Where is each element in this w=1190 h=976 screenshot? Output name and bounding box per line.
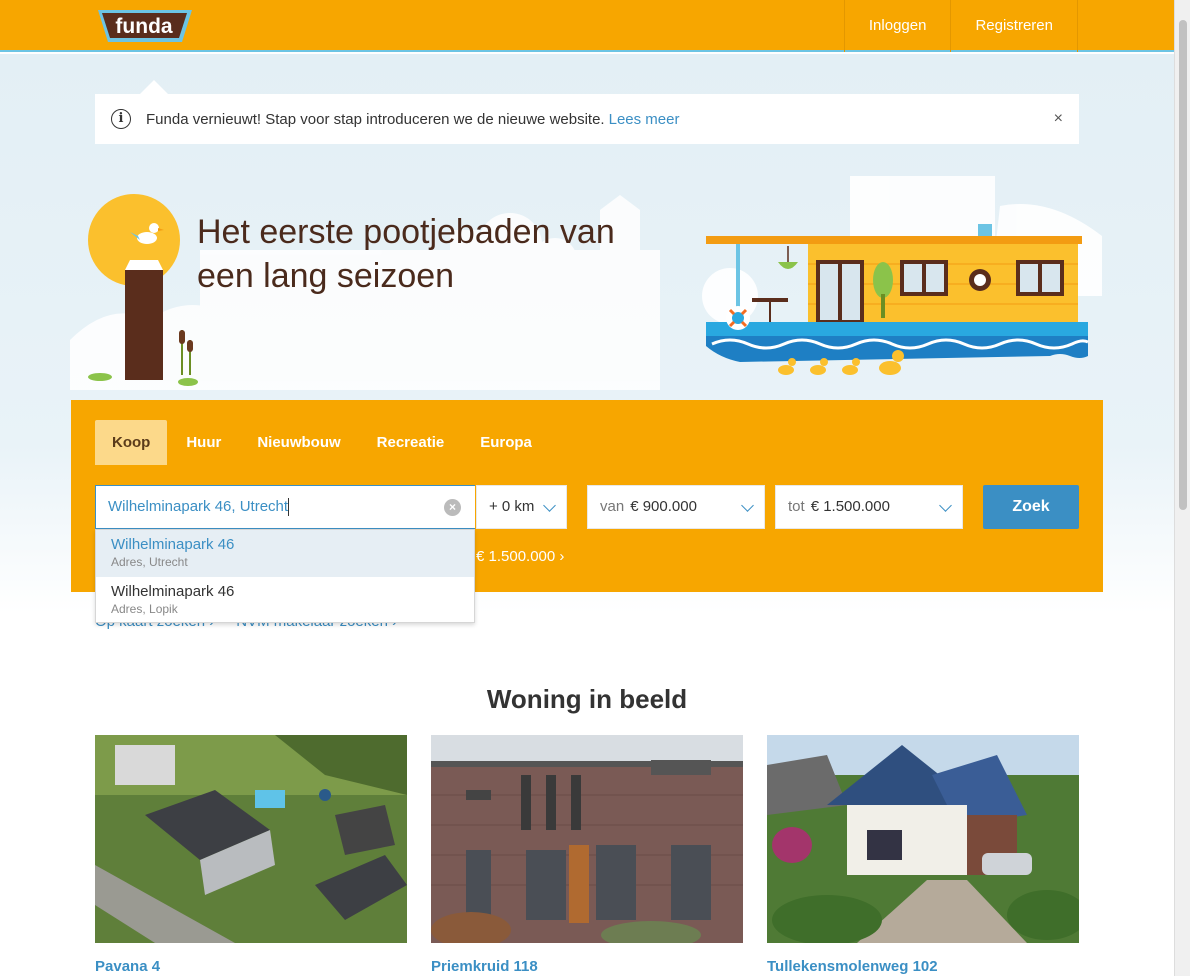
tab-recreatie[interactable]: Recreatie <box>360 420 462 465</box>
chevron-down-icon <box>741 499 754 512</box>
hero-title: Het eerste pootjebaden van een lang seiz… <box>197 213 615 295</box>
last-search-link[interactable]: € 1.500.000 › <box>476 548 564 565</box>
top-navigation-bar: funda Inloggen Registreren <box>0 0 1174 52</box>
property-title[interactable]: Priemkruid 118 <box>431 958 743 975</box>
tab-europa[interactable]: Europa <box>463 420 549 465</box>
notice-read-more-link[interactable]: Lees meer <box>609 111 680 128</box>
suggestion-item[interactable]: Wilhelminapark 46 Adres, Lopik <box>96 577 474 624</box>
notice-text: Funda vernieuwt! Stap voor stap introduc… <box>146 110 605 128</box>
notice-banner: i Funda vernieuwt! Stap voor stap introd… <box>95 94 1079 144</box>
property-card[interactable]: Pavana 4 <box>95 735 407 975</box>
funda-logo[interactable]: funda <box>96 8 194 44</box>
property-card[interactable]: Tullekensmolenweg 102 <box>767 735 1087 975</box>
location-search-value: Wilhelminapark 46, Utrecht <box>108 498 289 515</box>
logo-text: funda <box>115 15 172 38</box>
clear-icon[interactable]: × <box>444 499 461 516</box>
tab-koop[interactable]: Koop <box>95 420 168 465</box>
property-title[interactable]: Tullekensmolenweg 102 <box>767 958 1079 975</box>
location-search-input[interactable]: Wilhelminapark 46, Utrecht × <box>95 485 475 529</box>
info-icon: i <box>111 109 131 129</box>
radius-value: + 0 km <box>489 498 535 515</box>
section-title: Woning in beeld <box>486 684 688 714</box>
autocomplete-dropdown: Wilhelminapark 46 Adres, Utrecht Wilhelm… <box>95 529 475 623</box>
tab-nieuwbouw[interactable]: Nieuwbouw <box>240 420 357 465</box>
property-card[interactable]: Priemkruid 118 <box>431 735 743 975</box>
price-to-select[interactable]: tot € 1.500.000 <box>775 485 963 529</box>
search-tabs: Koop Huur Nieuwbouw Recreatie Europa <box>95 420 551 465</box>
price-from-prefix: van <box>600 498 625 515</box>
login-link[interactable]: Inloggen <box>843 0 951 52</box>
property-photo[interactable] <box>95 735 407 943</box>
text-caret <box>288 498 290 517</box>
scrollbar-thumb[interactable] <box>1179 20 1187 510</box>
price-from-select[interactable]: van € 900.000 <box>587 485 765 529</box>
suggestion-title: Wilhelminapark 46 <box>111 583 235 600</box>
close-icon[interactable]: × <box>1054 110 1063 128</box>
property-photo[interactable] <box>767 735 1087 945</box>
price-to-value: € 1.500.000 <box>810 498 890 515</box>
property-photo[interactable] <box>431 735 743 949</box>
suggestion-item[interactable]: Wilhelminapark 46 Adres, Utrecht <box>96 530 474 577</box>
suggestion-title: Wilhelminapark 46 <box>111 536 235 553</box>
property-title[interactable]: Pavana 4 <box>95 958 407 975</box>
notice-pointer <box>140 80 168 94</box>
suggestion-subtitle: Adres, Utrecht <box>111 555 188 569</box>
suggestion-subtitle: Adres, Lopik <box>111 602 178 616</box>
tab-huur[interactable]: Huur <box>169 420 238 465</box>
chevron-down-icon <box>939 499 952 512</box>
register-link[interactable]: Registreren <box>950 0 1078 52</box>
price-from-value: € 900.000 <box>630 498 697 515</box>
radius-select[interactable]: + 0 km <box>476 485 567 529</box>
search-button[interactable]: Zoek <box>983 485 1079 529</box>
chevron-down-icon <box>543 499 556 512</box>
page-scrollbar[interactable] <box>1174 0 1190 976</box>
price-to-prefix: tot <box>788 498 805 515</box>
houseboat-illustration <box>702 176 1102 375</box>
account-nav: Inloggen Registreren <box>843 0 1078 52</box>
